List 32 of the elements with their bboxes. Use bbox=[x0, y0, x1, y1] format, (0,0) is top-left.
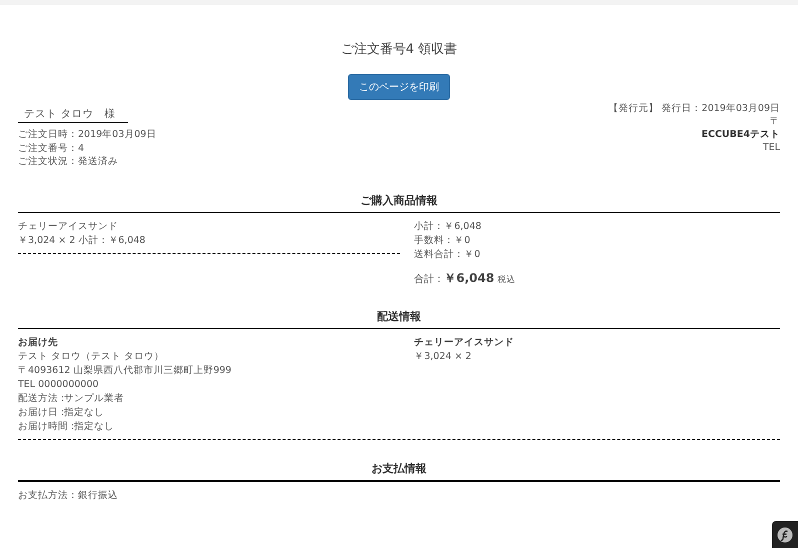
item-price: ￥3,024 × 2 小計：￥6,048 bbox=[18, 234, 146, 248]
shop-name: ECCUBE4テスト bbox=[700, 128, 780, 141]
shipping-info: TEL 0000000000 bbox=[18, 378, 100, 392]
total-label: 合計： bbox=[414, 274, 444, 284]
shipping-info: テスト タロウ（テスト タロウ） bbox=[18, 350, 166, 364]
tax-note: 税込 bbox=[497, 274, 516, 284]
shipping-info: 〒4093612 山梨県西八代郡市川三郷町上野999 bbox=[18, 364, 232, 378]
shipping-info: 配送方法 :サンプル業者 bbox=[18, 392, 126, 406]
print-button[interactable]: このページを印刷 bbox=[348, 74, 450, 100]
payment-method: お支払方法：銀行振込 bbox=[18, 488, 119, 502]
item-name: チェリーアイスサンド bbox=[18, 220, 119, 234]
shop-tel: TEL bbox=[762, 141, 780, 154]
receipt-title: ご注文番号4 領収書 bbox=[340, 42, 458, 58]
recipient-label: お届け先 bbox=[18, 336, 59, 350]
shipping-info: お届け日 :指定なし bbox=[18, 406, 106, 420]
shipping-info: お届け時間 :指定なし bbox=[18, 420, 116, 434]
order-info: ご注文日時：2019年03月09日 bbox=[18, 128, 156, 142]
issuer-date: 【発行元】 発行日：2019年03月09日 bbox=[608, 102, 780, 115]
toolbar-icon[interactable] bbox=[772, 521, 798, 548]
item-price: ￥3,024 × 2 bbox=[414, 350, 472, 364]
section-heading: ご購入商品情報 bbox=[18, 194, 780, 212]
customer-name: テスト タロウ 様 bbox=[18, 107, 128, 123]
summary-line: 手数料：￥0 bbox=[414, 234, 472, 248]
total-amount: ￥6,048 bbox=[444, 270, 494, 284]
postal-code: 〒 bbox=[769, 115, 780, 128]
summary-line: 小計：￥6,048 bbox=[414, 220, 482, 234]
order-info: ご注文状況：発送済み bbox=[18, 155, 119, 168]
section-heading: お支払情報 bbox=[18, 462, 780, 482]
item-name: チェリーアイスサンド bbox=[414, 336, 516, 350]
order-info: ご注文番号：4 bbox=[18, 142, 86, 155]
summary-line: 送料合計：￥0 bbox=[414, 248, 482, 262]
section-heading: 配送情報 bbox=[18, 310, 780, 328]
